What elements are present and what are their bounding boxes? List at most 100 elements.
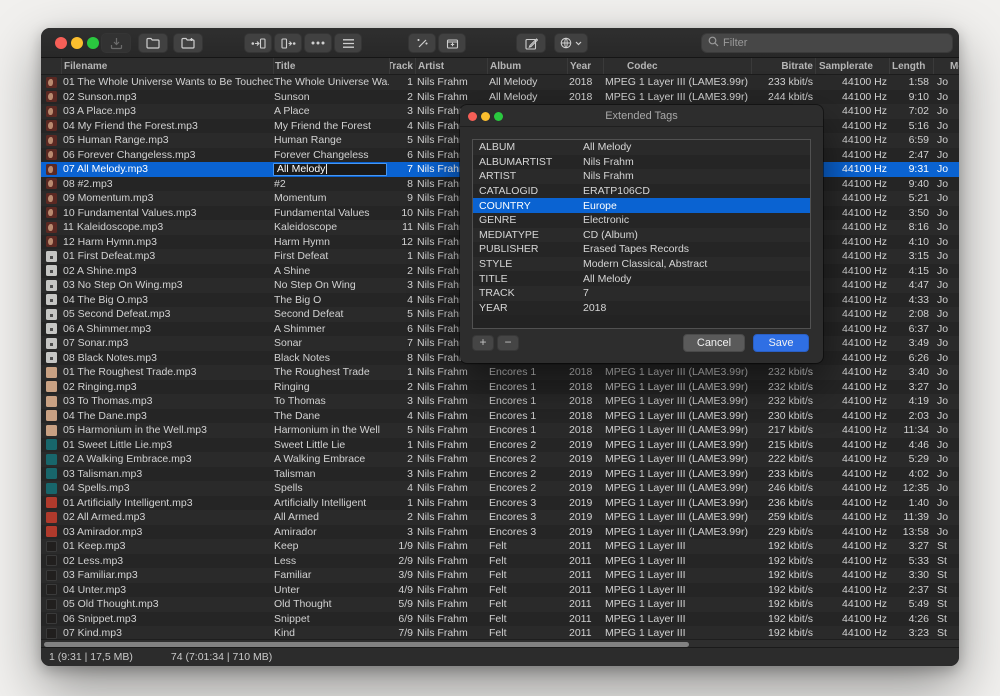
table-row[interactable]: 01 Artificially Intelligent.mp3Artificia… [41, 496, 959, 511]
column-header-mode[interactable]: Mo [933, 58, 959, 74]
dialog-close-button[interactable] [468, 112, 477, 121]
table-row[interactable]: 03 Talisman.mp3Talisman3Nils FrahmEncore… [41, 467, 959, 482]
total-summary: 74 (7:01:34 | 710 MB) [171, 651, 272, 663]
tag-row[interactable]: STYLEModern Classical, Abstract [473, 257, 810, 272]
cell-samplerate: 44100 Hz [815, 525, 889, 540]
column-header-artist[interactable]: Artist [415, 58, 487, 74]
auto-tag-button[interactable] [408, 33, 436, 53]
cell-title: The Big O [273, 293, 389, 308]
column-header-album[interactable]: Album [487, 58, 567, 74]
cell-year: 2018 [567, 394, 603, 409]
table-row[interactable]: 03 To Thomas.mp3To Thomas3Nils FrahmEnco… [41, 394, 959, 409]
cell-icon [41, 496, 61, 511]
cell-codec: MPEG 1 Layer III (LAME3.99r) [603, 525, 751, 540]
cell-bitrate: 233 kbit/s [751, 75, 815, 90]
search-icon [708, 34, 719, 52]
tag-row[interactable]: MEDIATYPECD (Album) [473, 228, 810, 243]
tag-row[interactable]: GENREElectronic [473, 213, 810, 228]
open-folder-button[interactable] [138, 33, 168, 53]
cancel-button[interactable]: Cancel [683, 334, 745, 352]
tag-row[interactable]: PUBLISHERErased Tapes Records [473, 242, 810, 257]
horizontal-scrollbar-thumb[interactable] [44, 642, 689, 647]
table-row[interactable]: 02 Less.mp3Less2/9Nils FrahmFelt2011MPEG… [41, 554, 959, 569]
edit-tags-button[interactable] [516, 33, 546, 53]
chevron-down-icon [575, 41, 582, 46]
zoom-button[interactable] [87, 37, 99, 49]
dialog-titlebar[interactable]: Extended Tags [460, 105, 823, 127]
cell-bitrate: 192 kbit/s [751, 612, 815, 627]
tag-row[interactable]: ALBUMAll Melody [473, 140, 810, 155]
dialog-minimize-button[interactable] [481, 112, 490, 121]
album-art-icon [46, 120, 57, 131]
cell-icon [41, 206, 61, 221]
dialog-zoom-button[interactable] [494, 112, 503, 121]
filter-input[interactable] [723, 37, 946, 49]
table-row[interactable]: 03 Amirador.mp3Amirador3Nils FrahmEncore… [41, 525, 959, 540]
minimize-button[interactable] [71, 37, 83, 49]
web-sources-button[interactable] [438, 33, 466, 53]
add-tag-button[interactable]: + [472, 335, 494, 351]
cell-icon [41, 104, 61, 119]
column-header-track[interactable]: Track [389, 58, 415, 74]
title-edit-input[interactable]: All Melody [273, 163, 387, 177]
album-art-icon [46, 497, 57, 508]
column-header-samplerate[interactable]: Samplerate [815, 58, 889, 74]
table-row[interactable]: 01 Keep.mp3Keep1/9Nils FrahmFelt2011MPEG… [41, 539, 959, 554]
column-header-title[interactable]: Title [273, 58, 389, 74]
table-row[interactable]: 05 Harmonium in the Well.mp3Harmonium in… [41, 423, 959, 438]
cell-artist: Nils Frahm [415, 554, 487, 569]
cell-year: 2018 [567, 90, 603, 105]
album-art-icon [46, 352, 57, 363]
column-header-filename[interactable]: Filename [61, 58, 273, 74]
actions-button[interactable] [304, 33, 332, 53]
table-row[interactable]: 02 A Walking Embrace.mp3A Walking Embrac… [41, 452, 959, 467]
table-row[interactable]: 04 Unter.mp3Unter4/9Nils FrahmFelt2011MP… [41, 583, 959, 598]
column-header-bitrate[interactable]: Bitrate [751, 58, 815, 74]
cell-icon [41, 423, 61, 438]
tag-row[interactable]: ARTISTNils Frahm [473, 169, 810, 184]
horizontal-scrollbar[interactable] [41, 639, 959, 647]
cell-mode: St [933, 597, 959, 612]
tag-field-value: 2018 [583, 302, 810, 314]
table-row[interactable]: 01 The Whole Universe Wants to Be Touche… [41, 75, 959, 90]
table-row[interactable]: 02 Ringing.mp3Ringing2Nils FrahmEncores … [41, 380, 959, 395]
table-row[interactable]: 01 Sweet Little Lie.mp3Sweet Little Lie1… [41, 438, 959, 453]
table-row[interactable]: 07 Kind.mp3Kind7/9Nils FrahmFelt2011MPEG… [41, 626, 959, 639]
cell-samplerate: 44100 Hz [815, 322, 889, 337]
table-row[interactable]: 01 The Roughest Trade.mp3The Roughest Tr… [41, 365, 959, 380]
cell-filename: 05 Second Defeat.mp3 [61, 307, 273, 322]
column-header-year[interactable]: Year [567, 58, 603, 74]
save-tags-button[interactable] [101, 33, 131, 53]
column-header-codec[interactable]: Codec [603, 58, 751, 74]
tag-row[interactable]: CATALOGIDERATP106CD [473, 184, 810, 199]
table-row[interactable]: 02 All Armed.mp3All Armed2Nils FrahmEnco… [41, 510, 959, 525]
tag-row[interactable]: ALBUMARTISTNils Frahm [473, 155, 810, 170]
cell-title: All Armed [273, 510, 389, 525]
cell-mode: Jo [933, 119, 959, 134]
table-row[interactable]: 04 The Dane.mp3The Dane4Nils FrahmEncore… [41, 409, 959, 424]
cell-icon [41, 539, 61, 554]
tag-row[interactable]: TITLEAll Melody [473, 271, 810, 286]
tag-row[interactable]: COUNTRYEurope [473, 198, 810, 213]
cell-title: Unter [273, 583, 389, 598]
table-row[interactable]: 03 Familiar.mp3Familiar3/9Nils FrahmFelt… [41, 568, 959, 583]
tag-row[interactable]: TRACK7 [473, 286, 810, 301]
new-folder-button[interactable] [173, 33, 203, 53]
remove-tag-button[interactable]: − [497, 335, 519, 351]
save-button[interactable]: Save [753, 334, 809, 352]
table-row[interactable]: 02 Sunson.mp3Sunson2Nils FrahmAll Melody… [41, 90, 959, 105]
tag-field-name: MEDIATYPE [473, 229, 583, 241]
tag-row[interactable]: YEAR2018 [473, 301, 810, 316]
close-button[interactable] [55, 37, 67, 49]
cell-bitrate: 229 kbit/s [751, 525, 815, 540]
table-row[interactable]: 04 Spells.mp3Spells4Nils FrahmEncores 22… [41, 481, 959, 496]
column-header-icon[interactable] [41, 58, 61, 74]
filter-field[interactable] [701, 33, 953, 53]
tag-list-button[interactable] [334, 33, 362, 53]
filename-to-tag-button[interactable] [274, 33, 302, 53]
tag-to-filename-button[interactable] [244, 33, 272, 53]
web-lookup-button[interactable] [554, 33, 588, 53]
table-row[interactable]: 06 Snippet.mp3Snippet6/9Nils FrahmFelt20… [41, 612, 959, 627]
column-header-length[interactable]: Length [889, 58, 933, 74]
table-row[interactable]: 05 Old Thought.mp3Old Thought5/9Nils Fra… [41, 597, 959, 612]
